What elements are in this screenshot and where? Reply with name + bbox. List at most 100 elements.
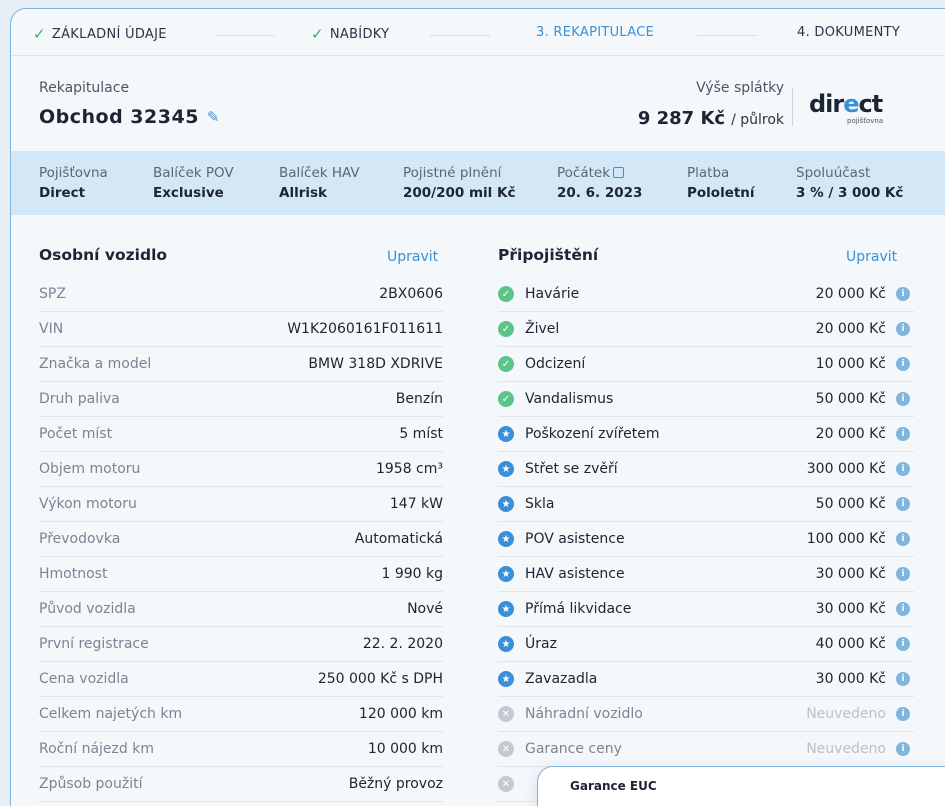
- info-icon[interactable]: i: [896, 427, 910, 441]
- row-label: VIN: [39, 321, 64, 337]
- coverage-row: ✓ Havárie 20 000 Kč i: [498, 277, 914, 312]
- coverage-label: Poškození zvířetem: [525, 426, 660, 442]
- coverage-row: ★ Přímá likvidace 30 000 Kč i: [498, 592, 914, 627]
- star-circle-icon: ★: [498, 671, 514, 687]
- row-value: Automatická: [354, 531, 443, 547]
- coverage-row: ✕ Náhradní vozidlo Neuvedeno i: [498, 697, 914, 732]
- payment-period: / půlrok: [731, 112, 784, 128]
- coverage-row: ✓ Vandalismus 50 000 Kč i: [498, 382, 914, 417]
- row-label: Cena vozidla: [39, 671, 129, 687]
- coverage-label: Úraz: [525, 636, 557, 652]
- vehicle-row: Výkon motoru 147 kW: [39, 487, 443, 522]
- info-icon[interactable]: i: [896, 357, 910, 371]
- coverage-row: ✕ Garance ceny Neuvedeno i: [498, 732, 914, 767]
- coverage-edit-link[interactable]: Upravit: [846, 249, 897, 265]
- row-value: 22. 2. 2020: [362, 636, 443, 652]
- step-recap[interactable]: 3. REKAPITULACE: [536, 25, 654, 40]
- vehicle-row: Cena vozidla 250 000 Kč s DPH: [39, 662, 443, 697]
- summary-start: Počátek 20. 6. 2023: [557, 165, 643, 201]
- step-basic-data[interactable]: ✓ ZÁKLADNÍ ÚDAJE: [33, 25, 167, 43]
- row-label: Značka a model: [39, 356, 152, 372]
- info-icon[interactable]: i: [896, 287, 910, 301]
- star-circle-icon: ★: [498, 461, 514, 477]
- row-label: Roční nájezd km: [39, 741, 154, 757]
- vehicle-row: Převodovka Automatická: [39, 522, 443, 557]
- logo-subtitle: pojišťovna: [847, 117, 884, 125]
- info-icon[interactable]: i: [896, 742, 910, 756]
- row-label: Původ vozidla: [39, 601, 136, 617]
- summary-pov-package: Balíček POV Exclusive: [153, 165, 234, 201]
- row-label: Počet míst: [39, 426, 113, 442]
- info-icon[interactable]: i: [896, 637, 910, 651]
- row-label: Výkon motoru: [39, 496, 137, 512]
- coverage-row: ★ Úraz 40 000 Kč i: [498, 627, 914, 662]
- coverage-section-title: Připojištění: [498, 246, 599, 264]
- row-value: BMW 318D XDRIVE: [308, 356, 443, 372]
- coverage-row: ★ Zavazadla 30 000 Kč i: [498, 662, 914, 697]
- coverage-label: Havárie: [525, 286, 580, 302]
- coverage-value: 50 000 Kč: [815, 391, 886, 407]
- coverage-value: Neuvedeno: [806, 706, 886, 722]
- coverage-value: Neuvedeno: [806, 741, 886, 757]
- coverage-label: Skla: [525, 496, 555, 512]
- row-label: Celkem najetých km: [39, 706, 183, 722]
- row-value: 1958 cm³: [375, 461, 443, 477]
- info-icon[interactable]: i: [896, 707, 910, 721]
- coverage-value: 30 000 Kč: [815, 566, 886, 582]
- row-label: Převodovka: [39, 531, 121, 547]
- recap-card: ✓ ZÁKLADNÍ ÚDAJE ✓ NABÍDKY 3. REKAPITULA…: [10, 8, 945, 806]
- step-documents[interactable]: 4. DOKUMENTY: [797, 25, 900, 40]
- summary-band: Pojišťovna Direct Balíček POV Exclusive Ba…: [11, 151, 945, 215]
- coverage-row: ★ Poškození zvířetem 20 000 Kč i: [498, 417, 914, 452]
- info-icon[interactable]: i: [896, 462, 910, 476]
- payment-amount: 9 287 Kč: [637, 108, 726, 129]
- step-label: 4. DOKUMENTY: [797, 25, 901, 40]
- external-link-icon[interactable]: [613, 167, 625, 178]
- coverage-label: Živel: [525, 321, 560, 337]
- coverage-value: 10 000 Kč: [815, 356, 886, 372]
- info-icon[interactable]: i: [896, 672, 910, 686]
- row-label: SPZ: [39, 286, 66, 302]
- info-icon[interactable]: i: [896, 392, 910, 406]
- coverage-value: 40 000 Kč: [815, 636, 886, 652]
- vehicle-row: Značka a model BMW 318D XDRIVE: [39, 347, 443, 382]
- step-offers[interactable]: ✓ NABÍDKY: [311, 25, 389, 43]
- check-circle-icon: ✓: [498, 391, 514, 407]
- coverage-label: POV asistence: [525, 531, 625, 547]
- coverage-value: 20 000 Kč: [815, 321, 886, 337]
- vehicle-row: VIN W1K2060161F011611: [39, 312, 443, 347]
- pencil-icon[interactable]: ✎: [207, 108, 220, 126]
- page-subtitle: Rekapitulace: [39, 80, 130, 96]
- check-icon: ✓: [33, 25, 46, 43]
- vehicle-row: Celkem najetých km 120 000 km: [39, 697, 443, 732]
- vehicle-section-title: Osobní vozidlo: [39, 246, 168, 264]
- vehicle-edit-link[interactable]: Upravit: [387, 249, 438, 265]
- check-circle-icon: ✓: [498, 356, 514, 372]
- info-icon[interactable]: i: [896, 322, 910, 336]
- star-circle-icon: ★: [498, 636, 514, 652]
- coverage-label: Odcizení: [525, 356, 586, 372]
- cross-circle-icon: ✕: [498, 776, 514, 792]
- step-label: NABÍDKY: [329, 26, 390, 42]
- check-icon: ✓: [311, 25, 324, 43]
- info-icon[interactable]: i: [896, 602, 910, 616]
- row-label: Objem motoru: [39, 461, 141, 477]
- deal-title-wrap: Obchod 32345 ✎: [39, 106, 220, 128]
- row-value: Nové: [407, 601, 443, 617]
- star-circle-icon: ★: [498, 496, 514, 512]
- star-circle-icon: ★: [498, 566, 514, 582]
- row-label: Hmotnost: [39, 566, 108, 582]
- info-icon[interactable]: i: [896, 532, 910, 546]
- info-icon[interactable]: i: [896, 567, 910, 581]
- coverage-value: 20 000 Kč: [815, 426, 886, 442]
- payment-wrap: 9 287 Kč / půlrok: [638, 108, 784, 129]
- vehicle-row: Hmotnost 1 990 kg: [39, 557, 443, 592]
- coverage-value: 300 000 Kč: [806, 461, 886, 477]
- summary-insurer: Pojišťovna Direct: [39, 165, 108, 201]
- summary-deductible: Spoluúčast 3 % / 3 000 Kč: [796, 165, 904, 201]
- page-title: Obchod 32345: [39, 106, 199, 128]
- coverage-value: 30 000 Kč: [815, 601, 886, 617]
- row-value: W1K2060161F011611: [287, 321, 443, 337]
- info-icon[interactable]: i: [896, 497, 910, 511]
- cross-circle-icon: ✕: [498, 706, 514, 722]
